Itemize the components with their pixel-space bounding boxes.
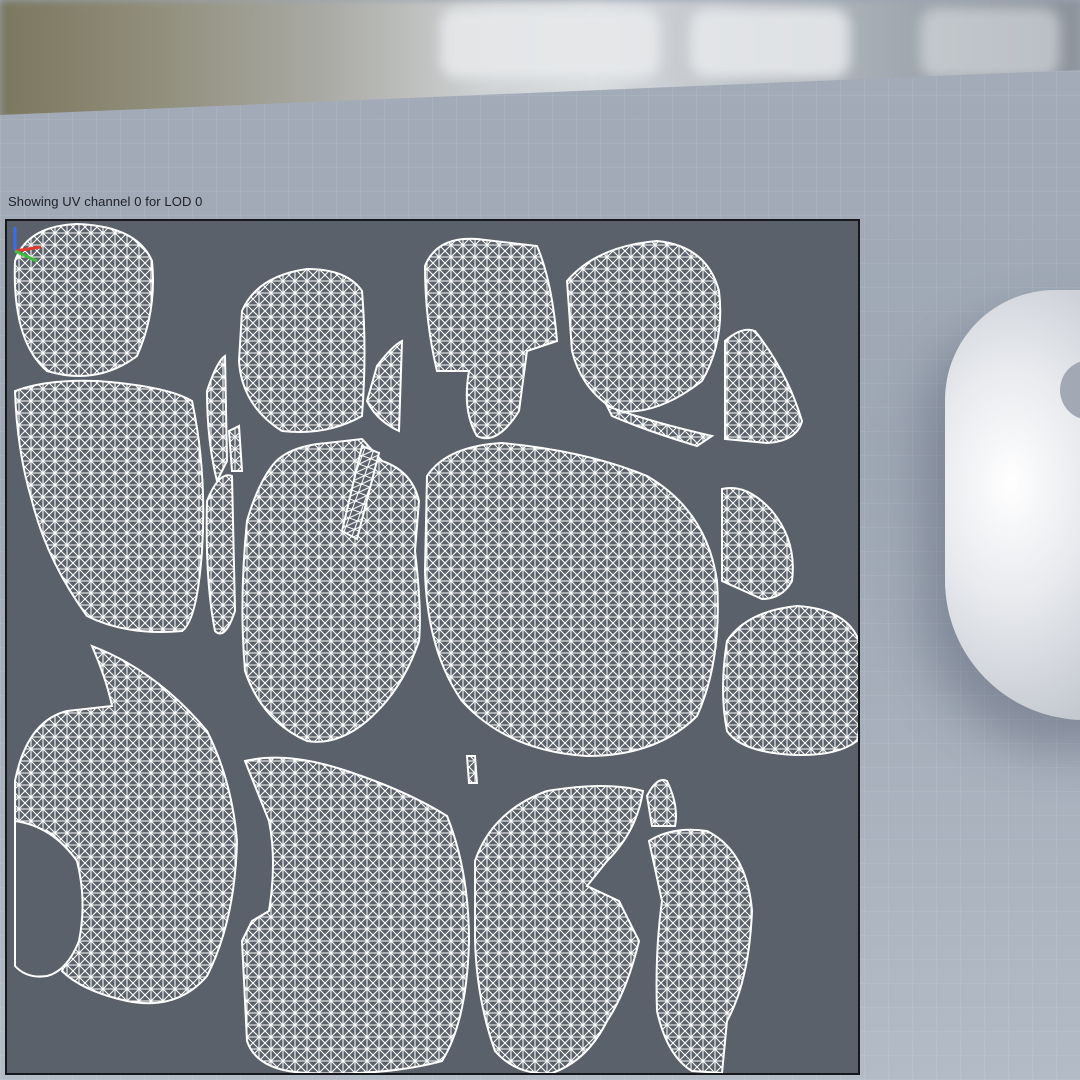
- uv-island: [205, 354, 229, 484]
- uv-island: [13, 379, 205, 633]
- uv-island: [205, 474, 237, 635]
- uv-island: [365, 339, 404, 433]
- uv-island: [565, 239, 722, 413]
- uv-channel-caption: Showing UV channel 0 for LOD 0: [8, 194, 203, 209]
- uv-island: [423, 441, 719, 758]
- axis-x-line: [14, 245, 42, 253]
- uv-island: [474, 785, 645, 1073]
- uv-island: [604, 404, 715, 448]
- background-car: [690, 8, 850, 78]
- uv-island: [645, 779, 677, 827]
- uv-island: [465, 755, 479, 784]
- axis-gizmo-icon: [13, 227, 42, 263]
- uv-island: [724, 328, 804, 445]
- uv-island: [227, 424, 244, 472]
- uv-island: [423, 237, 559, 440]
- axis-y-line: [14, 249, 38, 263]
- background-car: [920, 8, 1060, 78]
- uv-island: [240, 756, 471, 1073]
- uv-island: [722, 604, 858, 757]
- background-car: [440, 8, 660, 78]
- uv-wireframe: [13, 222, 858, 1073]
- uv-island: [647, 828, 754, 1073]
- uv-island: [237, 267, 366, 433]
- viewport[interactable]: Showing UV channel 0 for LOD 0: [0, 0, 1080, 1080]
- uv-island: [241, 437, 421, 743]
- uv-island: [721, 487, 794, 601]
- uv-layout-panel: [5, 219, 860, 1075]
